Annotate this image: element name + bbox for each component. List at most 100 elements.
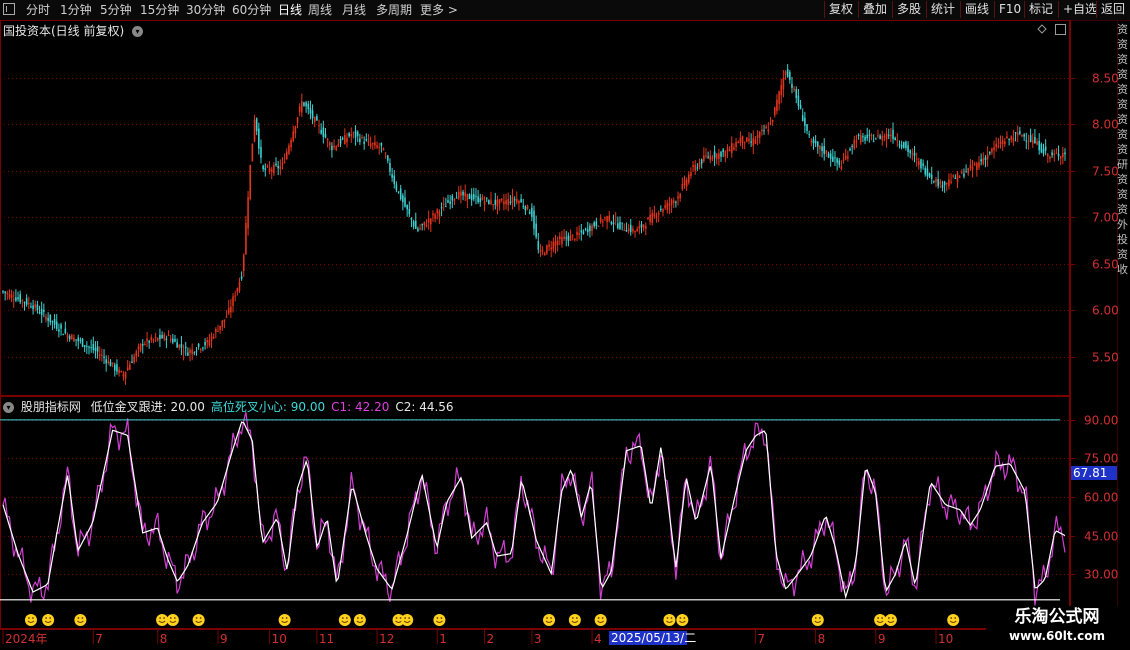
candle-body bbox=[597, 225, 600, 227]
candle-body bbox=[892, 129, 894, 139]
candle-body bbox=[94, 347, 97, 351]
candle-body bbox=[834, 157, 836, 159]
smiley-face bbox=[433, 614, 446, 626]
candle-body bbox=[601, 221, 604, 223]
candle-body bbox=[733, 147, 735, 150]
candle-body bbox=[479, 198, 482, 203]
candle-body bbox=[32, 305, 34, 310]
smiley-icon bbox=[884, 614, 897, 626]
smiley-icon bbox=[24, 614, 37, 626]
candle-body bbox=[700, 159, 703, 164]
indicator-name: 股朋指标网 bbox=[20, 400, 81, 414]
candle-body bbox=[8, 293, 11, 298]
candle-body bbox=[180, 344, 183, 348]
candle-body bbox=[849, 148, 851, 151]
candle-body bbox=[266, 166, 269, 168]
smiley-icon bbox=[353, 614, 366, 626]
smiley-face bbox=[338, 614, 351, 626]
smiley-eye bbox=[954, 617, 957, 619]
candle-body bbox=[369, 143, 372, 147]
candle-body bbox=[249, 164, 252, 200]
candle-body bbox=[969, 164, 972, 168]
candle-body bbox=[692, 165, 694, 168]
candle-body bbox=[66, 334, 69, 338]
stock-chart: 8.50 8.00 7.50 7.00 6.50 6.00 5.50 90.00 75.00 60… bbox=[0, 20, 1119, 646]
candle-body bbox=[225, 316, 228, 318]
candle-body bbox=[758, 131, 761, 138]
smiley-eye bbox=[195, 617, 198, 619]
candle-body bbox=[251, 143, 254, 162]
candle-body bbox=[896, 140, 899, 142]
candle-body bbox=[660, 208, 662, 211]
smiley-eye bbox=[550, 617, 552, 619]
candle-body bbox=[599, 217, 602, 223]
candle-body bbox=[902, 142, 905, 148]
candle-body bbox=[836, 158, 838, 163]
candle-body bbox=[782, 77, 785, 90]
candle-body bbox=[737, 142, 740, 144]
smiley-eye bbox=[950, 617, 953, 619]
candle-body bbox=[675, 201, 677, 203]
candle-body bbox=[1057, 153, 1060, 157]
right-side-strip[interactable]: 资资资资资资资资资研资资资外投资收 bbox=[1117, 22, 1130, 394]
candle-body bbox=[1064, 152, 1066, 155]
candle-body bbox=[804, 117, 806, 126]
candle-body bbox=[384, 155, 387, 157]
candle-body bbox=[156, 338, 159, 341]
candle-body bbox=[662, 209, 664, 213]
candle-body bbox=[945, 182, 948, 184]
candle-body bbox=[122, 374, 125, 377]
candle-body bbox=[470, 194, 473, 201]
candle-body bbox=[780, 85, 783, 96]
candle-body bbox=[129, 364, 131, 370]
candle-body bbox=[453, 199, 456, 201]
smiley-eye bbox=[77, 617, 80, 619]
candle-body bbox=[344, 135, 346, 145]
candle-body bbox=[223, 319, 226, 322]
candle-body bbox=[920, 159, 922, 169]
candle-body bbox=[647, 217, 649, 220]
candle-body bbox=[623, 229, 626, 231]
candle-body bbox=[440, 207, 443, 209]
candle-body bbox=[503, 201, 505, 205]
candle-body bbox=[197, 343, 200, 347]
candle-body bbox=[855, 141, 858, 143]
candle-body bbox=[346, 137, 348, 143]
candle-body bbox=[593, 222, 595, 227]
candle-body bbox=[410, 218, 413, 220]
candle-body bbox=[533, 210, 535, 229]
candle-body bbox=[810, 140, 813, 143]
candle-body bbox=[971, 166, 974, 170]
chevron-down-icon[interactable]: ▾ bbox=[132, 26, 144, 37]
candle-body bbox=[900, 144, 903, 148]
candle-body bbox=[890, 134, 892, 137]
candle-body bbox=[877, 135, 879, 137]
indicator-param-1: 高位死叉小心: 90.00 bbox=[210, 400, 326, 414]
candle-body bbox=[62, 334, 64, 336]
candle-body bbox=[606, 216, 608, 223]
candle-body bbox=[958, 176, 961, 178]
indicator-param-2: C1: 42.20 bbox=[331, 400, 390, 414]
current-value-label: 67.81 bbox=[1073, 466, 1107, 480]
date-tick-label: 4 bbox=[594, 632, 602, 646]
candle-body bbox=[786, 69, 789, 78]
candle-body bbox=[982, 158, 985, 164]
candle-body bbox=[212, 337, 215, 339]
chevron-down-icon[interactable]: ▾ bbox=[3, 402, 14, 413]
candle-body bbox=[313, 117, 316, 122]
candle-body bbox=[47, 317, 49, 321]
candle-body bbox=[70, 335, 73, 340]
candle-body bbox=[918, 161, 920, 166]
candle-body bbox=[10, 294, 13, 298]
candle-body bbox=[215, 329, 217, 333]
candle-body bbox=[492, 204, 494, 206]
candle-body bbox=[840, 166, 843, 170]
candle-body bbox=[169, 339, 172, 341]
candle-body bbox=[709, 155, 712, 161]
smiley-eye bbox=[345, 617, 348, 619]
smiley-icon bbox=[594, 614, 607, 626]
smiley-icon bbox=[676, 614, 689, 626]
candle-body bbox=[761, 129, 763, 132]
candle-body bbox=[1027, 141, 1030, 143]
candle-body bbox=[907, 145, 909, 152]
